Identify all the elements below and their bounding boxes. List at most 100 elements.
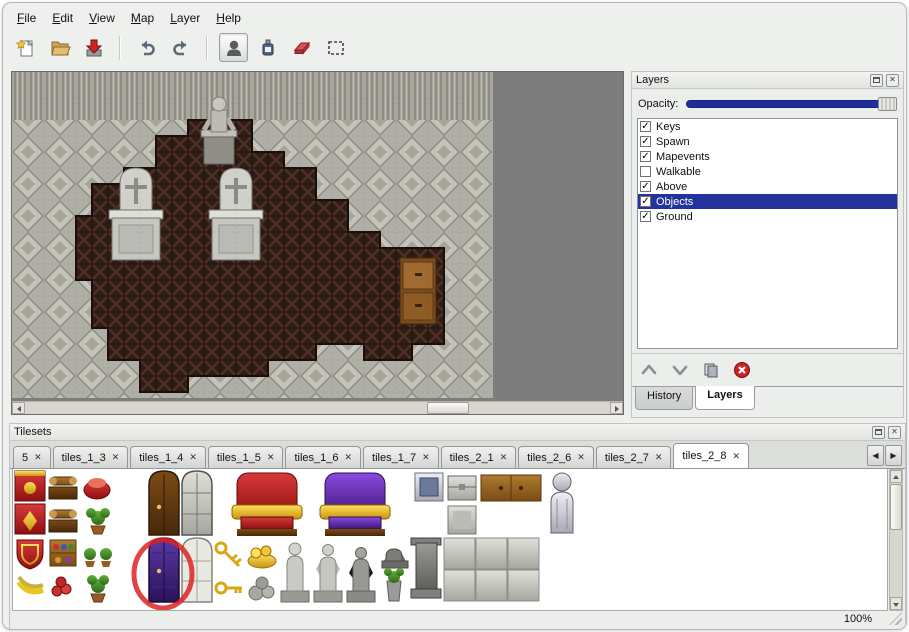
bananas-tile: [19, 577, 43, 591]
redo-icon: [170, 37, 192, 59]
selection-rect-icon: [325, 37, 347, 59]
tileset-tab-5[interactable]: 5: [13, 446, 51, 468]
scroll-left-arrow[interactable]: [12, 402, 25, 414]
tileset-tab-tiles_2_7[interactable]: tiles_2_7: [596, 446, 672, 468]
dresser-tile: [481, 475, 541, 501]
layer-visibility-checkbox[interactable]: [640, 136, 651, 147]
fill-tool-button[interactable]: [253, 33, 282, 62]
banner-tile: [15, 471, 45, 501]
close-tab-icon[interactable]: [267, 453, 275, 462]
tab-label: History: [647, 390, 681, 402]
white-chest-tile: [448, 476, 476, 500]
scrollbar-thumb[interactable]: [427, 402, 469, 414]
tileset-tab-label: tiles_1_3: [62, 452, 106, 464]
tileset-tab-tiles_1_7[interactable]: tiles_1_7: [363, 446, 439, 468]
tileset-vertical-scrollbar[interactable]: [889, 469, 903, 611]
rock-pile-tile: [249, 577, 274, 600]
map-canvas[interactable]: [11, 71, 624, 415]
layer-visibility-checkbox[interactable]: [640, 211, 651, 222]
tileset-tab-label: tiles_1_6: [294, 452, 338, 464]
close-tab-icon[interactable]: [732, 452, 740, 461]
redo-button[interactable]: [166, 33, 195, 62]
tab-scroll-right-button[interactable]: [885, 445, 902, 466]
close-tab-icon[interactable]: [422, 453, 430, 462]
tileset-tab-tiles_1_3[interactable]: tiles_1_3: [53, 446, 129, 468]
save-map-button[interactable]: [79, 33, 108, 62]
tileset-tab-tiles_2_8[interactable]: tiles_2_8: [673, 443, 749, 468]
layer-row-ground[interactable]: Ground: [638, 209, 897, 224]
layer-visibility-checkbox[interactable]: [640, 181, 651, 192]
tileset-tab-label: tiles_2_1: [450, 452, 494, 464]
layer-row-spawn[interactable]: Spawn: [638, 134, 897, 149]
close-tab-icon[interactable]: [34, 453, 42, 462]
new-map-button[interactable]: [11, 33, 40, 62]
toolbar-separator: [206, 36, 208, 60]
delete-layer-button[interactable]: [733, 361, 751, 379]
layer-visibility-checkbox[interactable]: [640, 196, 651, 207]
open-map-button[interactable]: [45, 33, 74, 62]
float-panel-icon[interactable]: [870, 74, 883, 87]
tileset-tab-tiles_1_4[interactable]: tiles_1_4: [130, 446, 206, 468]
purple-throne-tile: [320, 473, 390, 536]
duplicate-layer-button[interactable]: [702, 361, 720, 379]
menu-map[interactable]: Map: [123, 8, 162, 28]
open-folder-icon: [49, 37, 71, 59]
tileset-tab-tiles_1_6[interactable]: tiles_1_6: [285, 446, 361, 468]
stone-gate-tile: [182, 471, 212, 535]
tileset-tab-tiles_2_1[interactable]: tiles_2_1: [441, 446, 517, 468]
new-file-icon: [15, 37, 37, 59]
layer-visibility-checkbox[interactable]: [640, 121, 651, 132]
rect-select-tool-button[interactable]: [321, 33, 350, 62]
close-tab-icon[interactable]: [500, 453, 508, 462]
armor-tile: [551, 473, 573, 533]
close-tab-icon[interactable]: [655, 453, 663, 462]
menu-layer[interactable]: Layer: [162, 8, 208, 28]
layer-buttons: [640, 358, 751, 382]
float-panel-icon[interactable]: [872, 426, 885, 439]
layer-row-above[interactable]: Above: [638, 179, 897, 194]
menu-edit[interactable]: Edit: [44, 8, 81, 28]
opacity-slider[interactable]: [686, 100, 897, 108]
stamp-tool-button[interactable]: [219, 33, 248, 62]
tab-layers[interactable]: Layers: [695, 386, 754, 410]
tileset-tiles[interactable]: [13, 469, 885, 610]
scroll-down-arrow[interactable]: [890, 597, 902, 610]
layer-visibility-checkbox[interactable]: [640, 166, 651, 177]
tileset-content[interactable]: [12, 469, 888, 611]
layer-row-walkable[interactable]: Walkable: [638, 164, 897, 179]
tileset-tab-tiles_2_6[interactable]: tiles_2_6: [518, 446, 594, 468]
plant-tile: [87, 575, 109, 602]
close-panel-icon[interactable]: [888, 426, 901, 439]
tileset-tab-tiles_1_5[interactable]: tiles_1_5: [208, 446, 284, 468]
close-tab-icon[interactable]: [112, 453, 120, 462]
stamp-person-icon: [223, 37, 245, 59]
close-tab-icon[interactable]: [345, 453, 353, 462]
layer-label: Keys: [656, 121, 680, 133]
ink-bottle-icon: [257, 37, 279, 59]
layer-row-keys[interactable]: Keys: [638, 119, 897, 134]
scrollbar-thumb[interactable]: [890, 484, 902, 530]
scroll-right-arrow[interactable]: [610, 402, 623, 414]
move-layer-down-button[interactable]: [671, 361, 689, 379]
map-horizontal-scrollbar[interactable]: [12, 401, 623, 414]
eraser-tool-button[interactable]: [287, 33, 316, 62]
layer-row-mapevents[interactable]: Mapevents: [638, 149, 897, 164]
layer-label: Above: [656, 181, 687, 193]
tab-scroll-left-button[interactable]: [867, 445, 884, 466]
layer-row-objects[interactable]: Objects: [638, 194, 897, 209]
opacity-slider-handle[interactable]: [878, 97, 897, 111]
berries-tile: [52, 577, 71, 596]
close-panel-icon[interactable]: [886, 74, 899, 87]
tilesets-panel-header: Tilesets: [10, 424, 905, 441]
menu-view[interactable]: View: [81, 8, 123, 28]
undo-button[interactable]: [132, 33, 161, 62]
scroll-up-arrow[interactable]: [890, 470, 902, 483]
tab-label: Layers: [707, 389, 742, 401]
menu-help[interactable]: Help: [208, 8, 249, 28]
move-layer-up-button[interactable]: [640, 361, 658, 379]
close-tab-icon[interactable]: [577, 453, 585, 462]
menu-file[interactable]: File: [9, 8, 44, 28]
close-tab-icon[interactable]: [189, 453, 197, 462]
tab-history[interactable]: History: [635, 387, 693, 410]
layer-visibility-checkbox[interactable]: [640, 151, 651, 162]
